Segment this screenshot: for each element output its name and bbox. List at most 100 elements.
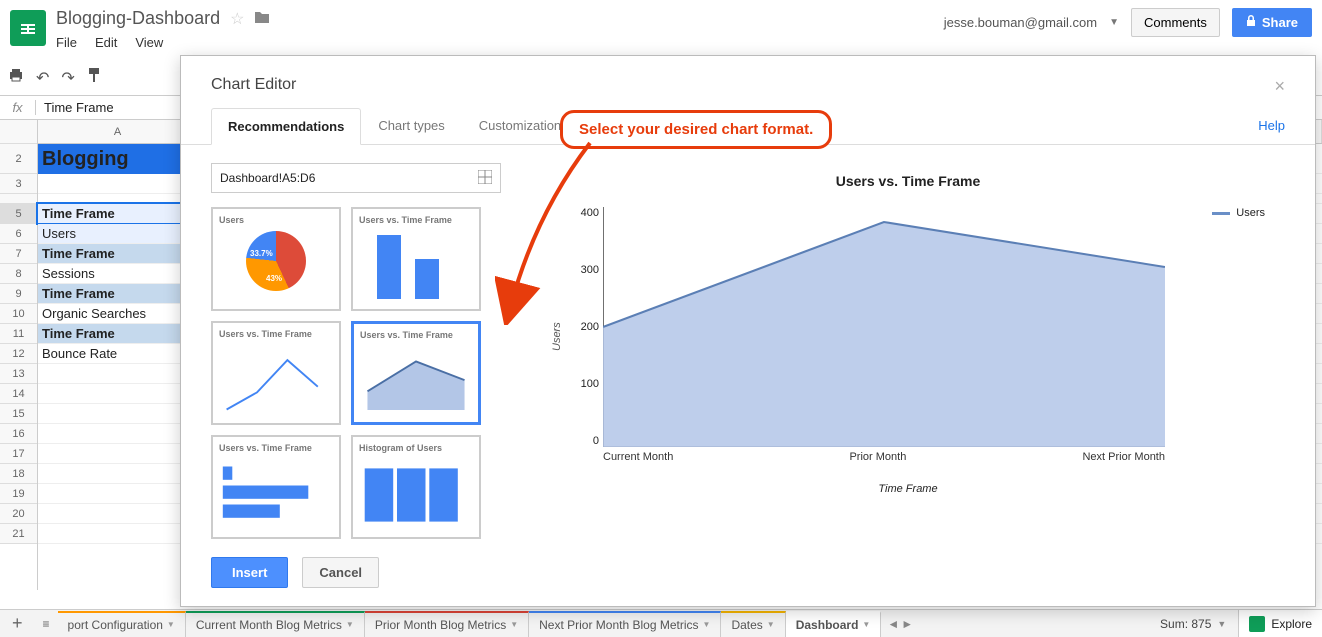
row-header[interactable]: 7	[0, 244, 37, 264]
chart-title: Users vs. Time Frame	[551, 173, 1265, 189]
insert-button[interactable]: Insert	[211, 557, 288, 588]
menu-edit[interactable]: Edit	[95, 35, 117, 50]
all-sheets-icon[interactable]: ≡	[35, 617, 58, 631]
sheet-tab[interactable]: port Configuration▼	[58, 611, 186, 637]
close-icon[interactable]: ×	[1274, 76, 1285, 97]
x-tick: Current Month	[603, 451, 673, 463]
cell[interactable]	[38, 364, 198, 383]
cell-selected[interactable]: Time Frame	[38, 204, 198, 223]
cell[interactable]	[38, 484, 198, 503]
help-link[interactable]: Help	[1258, 118, 1285, 133]
row-header[interactable]: 5	[0, 204, 37, 224]
cell[interactable]	[38, 504, 198, 523]
cell[interactable]	[38, 174, 198, 193]
tab-recommendations[interactable]: Recommendations	[211, 108, 361, 145]
y-axis-label: Users	[551, 197, 563, 477]
undo-icon[interactable]: ↶	[36, 68, 49, 88]
row-header[interactable]: 8	[0, 264, 37, 284]
cell[interactable]: Time Frame	[38, 244, 198, 263]
modal-title: Chart Editor	[211, 76, 296, 97]
chart-plot	[603, 207, 1165, 447]
scroll-left-icon[interactable]: ◄	[887, 617, 899, 631]
select-range-icon[interactable]	[478, 170, 492, 187]
row-header[interactable]: 21	[0, 524, 37, 544]
chart-thumb-histogram[interactable]: Histogram of Users	[351, 435, 481, 539]
cell[interactable]	[38, 384, 198, 403]
data-range-input[interactable]: Dashboard!A5:D6	[211, 163, 501, 193]
cell[interactable]	[38, 424, 198, 443]
doc-title[interactable]: Blogging-Dashboard	[56, 8, 220, 29]
sheet-tab[interactable]: Next Prior Month Blog Metrics▼	[529, 611, 721, 637]
row-header[interactable]: 14	[0, 384, 37, 404]
chart-thumb-line[interactable]: Users vs. Time Frame	[211, 321, 341, 425]
explore-button[interactable]: Explore	[1238, 610, 1322, 637]
share-button[interactable]: Share	[1232, 8, 1312, 37]
lock-icon	[1246, 15, 1256, 30]
share-label: Share	[1262, 15, 1298, 30]
cell[interactable]: Sessions	[38, 264, 198, 283]
row-header[interactable]: 9	[0, 284, 37, 304]
paint-format-icon[interactable]	[87, 67, 101, 88]
y-tick: 400	[563, 207, 599, 219]
tab-chart-types[interactable]: Chart types	[361, 107, 461, 144]
chart-thumb-bar[interactable]: Users vs. Time Frame	[211, 435, 341, 539]
row-header[interactable]	[0, 194, 37, 204]
scroll-right-icon[interactable]: ►	[901, 617, 913, 631]
chart-legend: Users	[1212, 207, 1265, 219]
menu-file[interactable]: File	[56, 35, 77, 50]
comments-button[interactable]: Comments	[1131, 8, 1220, 37]
sheet-tab-active[interactable]: Dashboard▼	[786, 611, 882, 637]
sheets-logo[interactable]	[10, 10, 46, 46]
y-tick: 100	[563, 378, 599, 390]
cell[interactable]	[38, 194, 198, 203]
col-header-a[interactable]: A	[38, 120, 198, 143]
dropdown-icon[interactable]: ▼	[1109, 17, 1119, 28]
sheet-tab[interactable]: Current Month Blog Metrics▼	[186, 611, 365, 637]
chart-thumb-pie[interactable]: Users 43% 33.7%	[211, 207, 341, 311]
row-header[interactable]: 2	[0, 144, 37, 174]
cell[interactable]: Users	[38, 224, 198, 243]
status-sum[interactable]: Sum: 875	[1160, 617, 1211, 631]
cell[interactable]	[38, 524, 198, 543]
cell[interactable]: Organic Searches	[38, 304, 198, 323]
sheet-tab[interactable]: Prior Month Blog Metrics▼	[365, 611, 529, 637]
row-header[interactable]: 10	[0, 304, 37, 324]
cancel-button[interactable]: Cancel	[302, 557, 379, 588]
row-header[interactable]: 19	[0, 484, 37, 504]
x-tick: Prior Month	[849, 451, 906, 463]
cell[interactable]	[38, 444, 198, 463]
cell[interactable]: Bounce Rate	[38, 344, 198, 363]
menu-view[interactable]: View	[135, 35, 163, 50]
row-header[interactable]: 11	[0, 324, 37, 344]
user-email[interactable]: jesse.bouman@gmail.com	[944, 15, 1097, 30]
row-header[interactable]: 18	[0, 464, 37, 484]
row-header[interactable]: 16	[0, 424, 37, 444]
row-header[interactable]: 15	[0, 404, 37, 424]
row-header[interactable]: 6	[0, 224, 37, 244]
chart-thumb-area[interactable]: Users vs. Time Frame	[351, 321, 481, 425]
chart-thumb-column[interactable]: Users vs. Time Frame	[351, 207, 481, 311]
cell[interactable]	[38, 464, 198, 483]
corner-cell[interactable]	[0, 120, 37, 144]
star-icon[interactable]: ☆	[230, 9, 244, 29]
row-header[interactable]: 3	[0, 174, 37, 194]
y-tick: 0	[563, 435, 599, 447]
row-header[interactable]: 12	[0, 344, 37, 364]
redo-icon[interactable]: ↷	[61, 68, 74, 88]
fx-label: fx	[0, 100, 36, 115]
row-header[interactable]: 13	[0, 364, 37, 384]
cell[interactable]: Time Frame	[38, 324, 198, 343]
y-tick: 200	[563, 321, 599, 333]
cell[interactable]	[38, 404, 198, 423]
range-value: Dashboard!A5:D6	[220, 171, 315, 185]
add-sheet-button[interactable]: +	[0, 613, 35, 634]
row-header[interactable]: 20	[0, 504, 37, 524]
y-tick: 300	[563, 264, 599, 276]
row-header[interactable]: 17	[0, 444, 37, 464]
annotation-callout: Select your desired chart format.	[560, 110, 832, 149]
cell[interactable]: Time Frame	[38, 284, 198, 303]
print-icon[interactable]	[8, 68, 24, 87]
cell[interactable]: Blogging	[38, 144, 198, 174]
sheet-tab[interactable]: Dates▼	[721, 611, 785, 637]
folder-icon[interactable]	[254, 10, 270, 27]
